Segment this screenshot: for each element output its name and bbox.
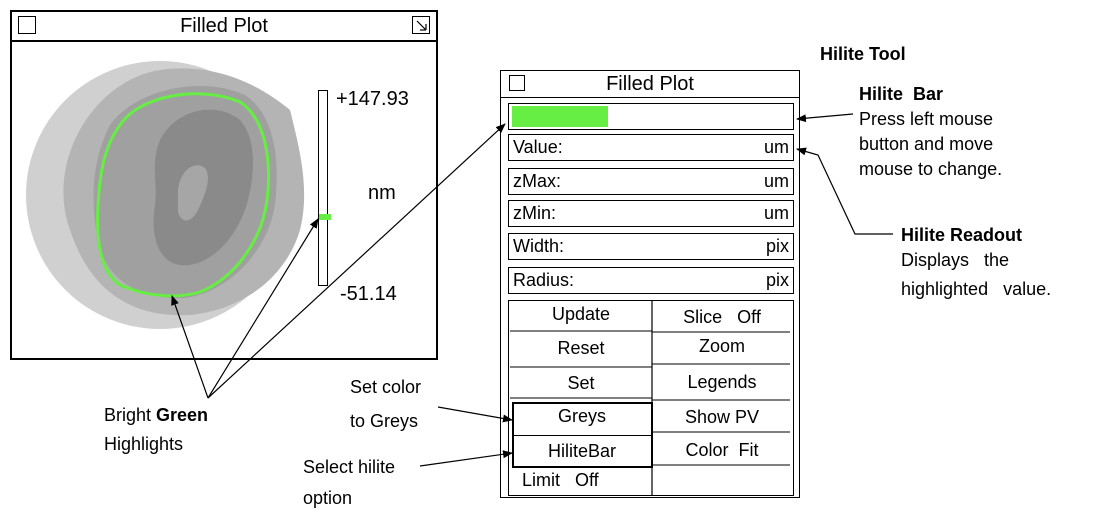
slice-off-button[interactable]: Slice Off [654,307,790,331]
hilite-bar-desc-1: Press left mouse [859,109,994,129]
width-readout: Width: pix [508,233,794,260]
width-label: Width: [513,236,565,256]
hilitebar-button[interactable]: HiliteBar [512,441,652,465]
scale-max-label: +147.93 [336,88,409,110]
highlights-note: Highlights [104,434,184,454]
zmax-unit: um [763,171,789,191]
zmax-readout: zMax: um [508,168,794,195]
limit-off-button[interactable]: Limit Off [512,470,632,494]
left-window-titlebar: Filled Plot [12,12,436,42]
reset-button[interactable]: Reset [512,338,650,362]
radius-unit: pix [765,270,789,290]
hilite-bar[interactable] [508,103,794,130]
color-fit-button[interactable]: Color Fit [654,440,790,464]
close-box-icon[interactable] [18,16,36,34]
hilite-readout-desc-2: highlighted value. [901,279,1052,299]
close-box-icon[interactable] [509,75,525,91]
bright-prefix: Bright [104,405,157,425]
resize-box-icon[interactable] [412,16,430,34]
select-hilite-note-1: Select hilite [303,457,396,477]
zmin-label: zMin: [513,203,557,223]
green-word: Green [156,405,209,425]
hilite-tool-heading: Hilite Tool [820,44,906,64]
legend-scale-bar[interactable] [318,90,328,286]
set-color-note-1: Set color [350,377,422,397]
arrow-hilite-bar-note [796,113,854,123]
select-hilite-note-2: option [303,488,353,508]
greys-hilitebar-divider [514,435,651,436]
value-readout: Value: um [508,134,794,161]
bright-green-note: Bright Green [104,405,208,426]
set-color-note-2: to Greys [350,411,419,431]
show-pv-button[interactable]: Show PV [654,407,790,431]
width-unit: pix [765,236,789,256]
scale-unit-label: nm [368,182,396,204]
radius-readout: Radius: pix [508,267,794,294]
right-window-title: Filled Plot [606,73,694,95]
hilite-bar-desc-3: mouse to change. [859,159,1003,179]
zmin-readout: zMin: um [508,200,794,227]
hilite-bar-desc-2: button and move [859,134,994,154]
greys-button[interactable]: Greys [512,406,652,430]
left-window-title: Filled Plot [180,15,268,37]
hilite-readout-heading: Hilite Readout [901,225,1023,245]
hilite-readout-desc-1: Displays the [901,250,1010,270]
empty-button-slot [654,470,790,494]
legend-hilite-marker [319,214,331,220]
hilite-bar-heading: Hilite Bar [859,84,944,104]
radius-label: Radius: [513,270,575,290]
hilite-bar-fill [512,106,608,127]
set-button[interactable]: Set [512,373,650,397]
arrow-select-hilite-note [419,450,513,467]
update-button[interactable]: Update [512,304,650,328]
zmax-label: zMax: [513,171,562,191]
scale-min-label: -51.14 [340,283,397,305]
right-window-titlebar: Filled Plot [501,71,799,98]
legends-button[interactable]: Legends [654,372,790,396]
zmin-unit: um [763,203,789,223]
value-unit: um [763,137,789,157]
zoom-button[interactable]: Zoom [654,336,790,360]
value-label: Value: [513,137,563,157]
resize-arrow-icon [416,20,427,31]
